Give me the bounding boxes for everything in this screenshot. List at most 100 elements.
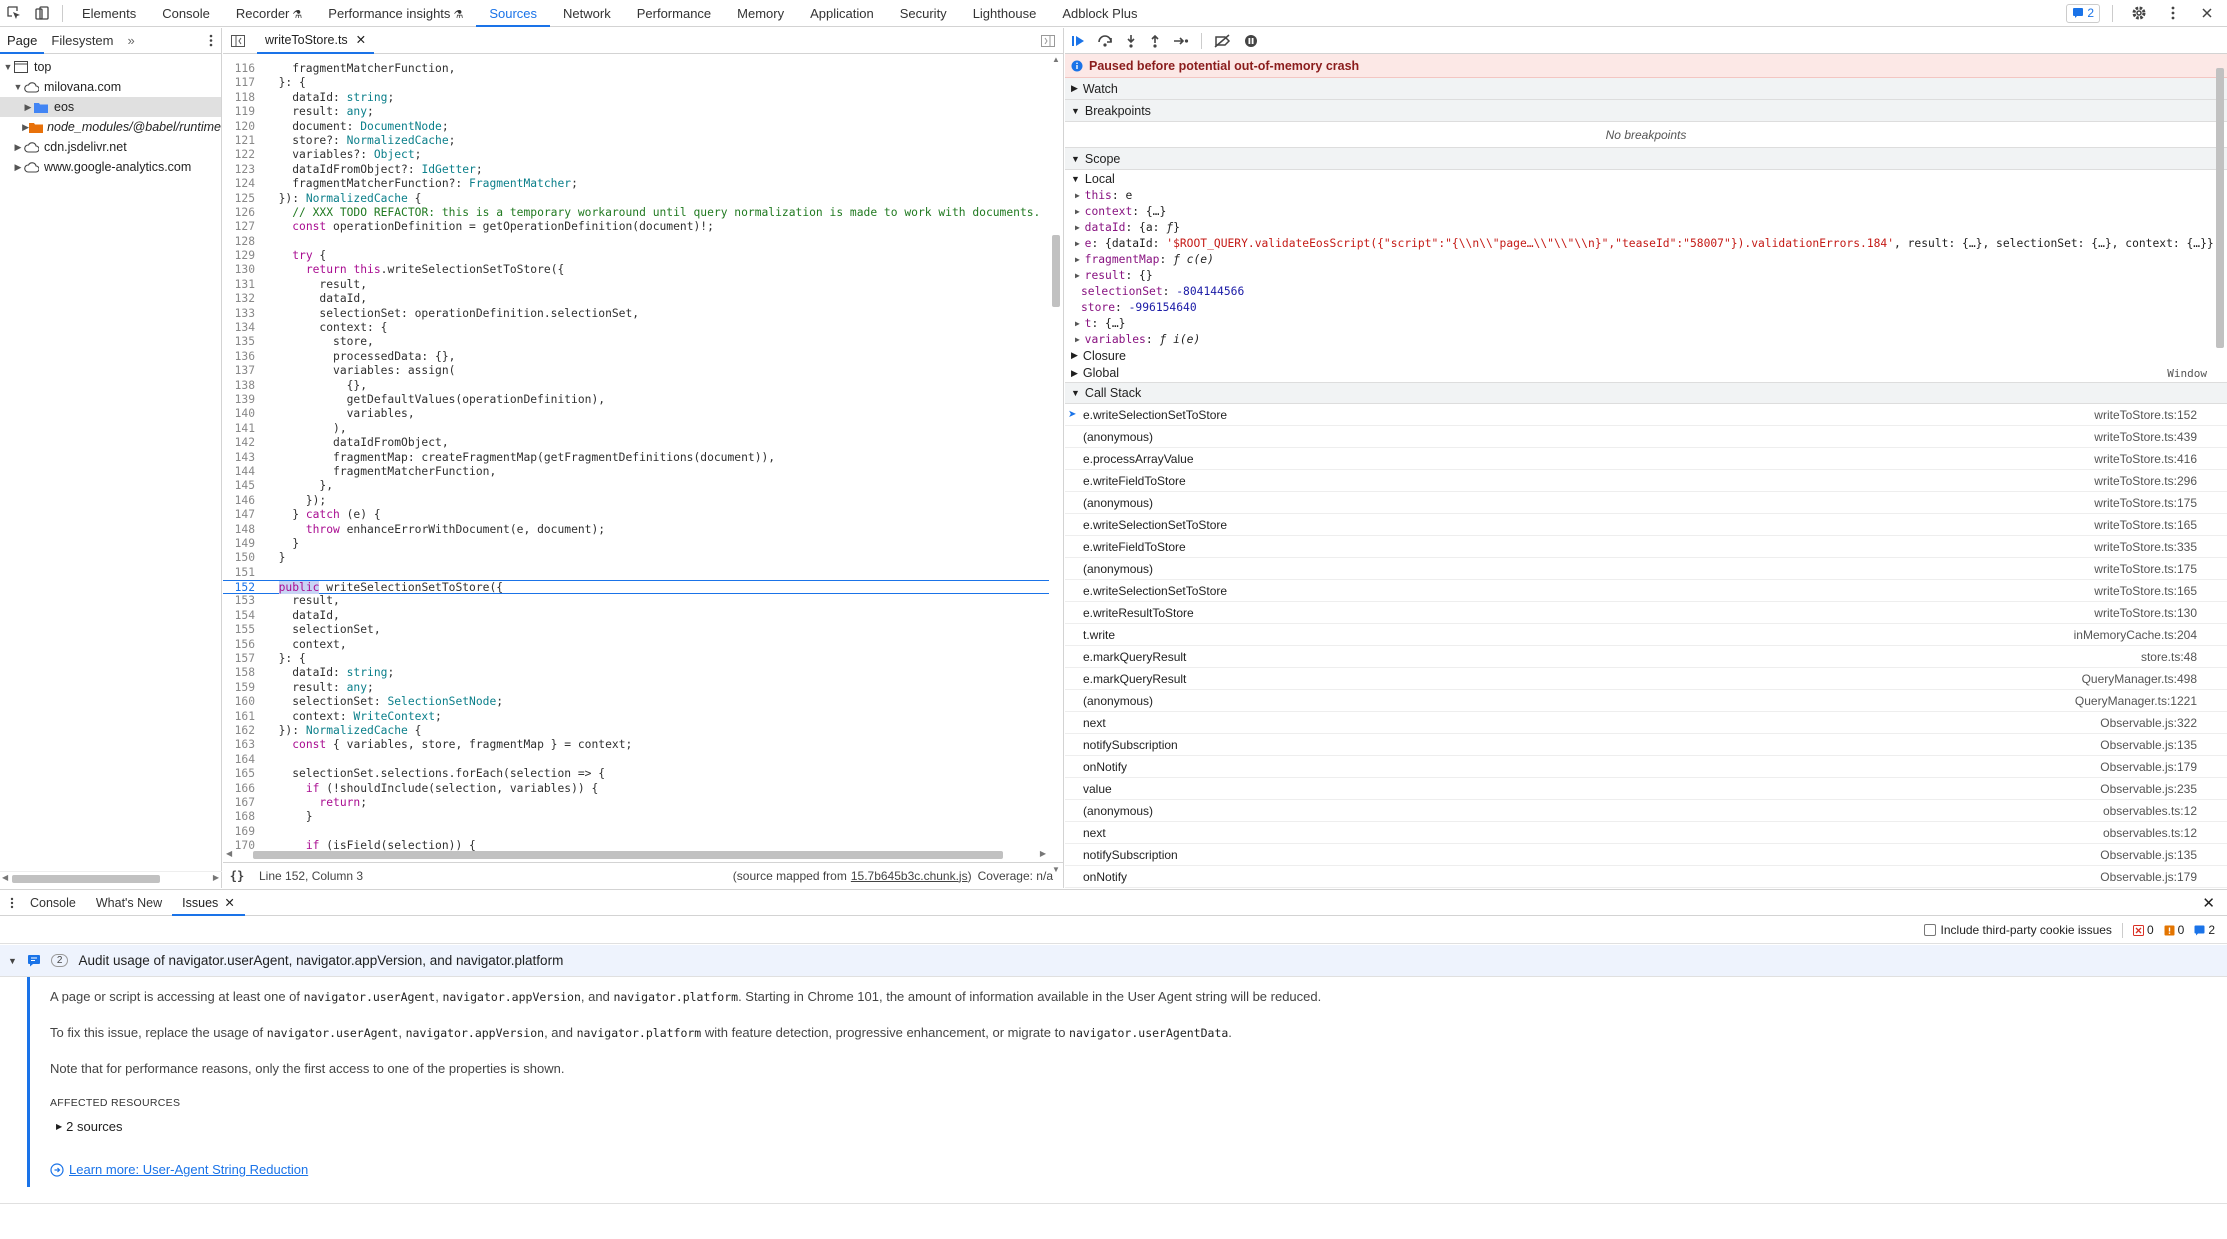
call-frame-location[interactable]: QueryManager.ts:1221: [2075, 694, 2197, 708]
scope-variable[interactable]: ▶ t: {…}: [1065, 315, 2227, 331]
call-frame[interactable]: e.writeResultToStore writeToStore.ts:130: [1065, 602, 2227, 624]
call-frame-location[interactable]: writeToStore.ts:175: [2094, 496, 2197, 510]
line-number[interactable]: 156: [223, 638, 261, 652]
line-number[interactable]: 140: [223, 407, 261, 421]
line-number[interactable]: 124: [223, 177, 261, 191]
code-line[interactable]: 136 processedData: {},: [223, 350, 1049, 364]
scrollbar-thumb[interactable]: [1052, 235, 1060, 307]
code-line[interactable]: 161 context: WriteContext;: [223, 710, 1049, 724]
call-frame[interactable]: (anonymous) writeToStore.ts:439: [1065, 426, 2227, 448]
call-frame[interactable]: ➤ e.writeSelectionSetToStore writeToStore.…: [1065, 404, 2227, 426]
line-number[interactable]: 146: [223, 494, 261, 508]
third-party-checkbox[interactable]: [1923, 924, 1936, 936]
call-frame-location[interactable]: Observable.js:135: [2100, 848, 2197, 862]
close-tab-icon[interactable]: ✕: [224, 896, 234, 910]
settings-gear-icon[interactable]: [2125, 0, 2153, 27]
scope-variable[interactable]: ▶ dataId: {a: ƒ}: [1065, 219, 2227, 235]
call-frame-location[interactable]: writeToStore.ts:335: [2094, 540, 2197, 554]
code-lines[interactable]: 116 fragmentMatcherFunction, 117 }: {118 …: [223, 55, 1049, 872]
closure-scope-header[interactable]: ▶ Closure: [1065, 347, 2227, 364]
chevron-down-icon[interactable]: ▼: [12, 82, 24, 92]
line-number[interactable]: 169: [223, 825, 261, 839]
call-frame[interactable]: value Observable.js:235: [1065, 778, 2227, 800]
code-line[interactable]: 121 store?: NormalizedCache;: [223, 134, 1049, 148]
line-number[interactable]: 168: [223, 810, 261, 824]
line-number[interactable]: 144: [223, 465, 261, 479]
resume-icon[interactable]: [1071, 34, 1085, 48]
call-frame-location[interactable]: Observable.js:322: [2100, 716, 2197, 730]
code-line[interactable]: 149 }: [223, 537, 1049, 551]
close-tab-icon[interactable]: ✕: [356, 27, 366, 53]
call-frame-location[interactable]: writeToStore.ts:175: [2094, 562, 2197, 576]
source-map-link[interactable]: 15.7b645b3c.chunk.js: [851, 869, 968, 883]
line-number[interactable]: 138: [223, 379, 261, 393]
chevron-right-icon[interactable]: ▶: [1075, 335, 1085, 344]
call-frame[interactable]: onNotify Observable.js:179: [1065, 756, 2227, 778]
code-line[interactable]: 119 result: any;: [223, 105, 1049, 119]
learn-more-link[interactable]: Learn more: User-Agent String Reduction: [50, 1162, 2227, 1177]
call-frame-location[interactable]: inMemoryCache.ts:204: [2074, 628, 2197, 642]
more-tabs-button[interactable]: »: [121, 28, 142, 54]
code-line[interactable]: 160 selectionSet: SelectionSetNode;: [223, 695, 1049, 709]
line-number[interactable]: 136: [223, 350, 261, 364]
debugger-vertical-scrollbar[interactable]: [2213, 28, 2227, 888]
chevron-right-icon[interactable]: ▶: [22, 122, 29, 133]
chevron-right-icon[interactable]: ▶: [1075, 239, 1085, 248]
pause-on-exceptions-icon[interactable]: [1244, 34, 1258, 48]
call-frame-location[interactable]: Observable.js:135: [2100, 738, 2197, 752]
line-number[interactable]: 116: [223, 62, 261, 76]
line-number[interactable]: 129: [223, 249, 261, 263]
code-line[interactable]: 168 }: [223, 810, 1049, 824]
call-frame-location[interactable]: observables.ts:12: [2103, 826, 2197, 840]
line-number[interactable]: 157: [223, 652, 261, 666]
line-number[interactable]: 118: [223, 91, 261, 105]
line-number[interactable]: 164: [223, 753, 261, 767]
tab-filesystem[interactable]: Filesystem: [44, 28, 120, 54]
code-line[interactable]: 140 variables,: [223, 407, 1049, 421]
line-number[interactable]: 158: [223, 666, 261, 680]
line-number[interactable]: 134: [223, 321, 261, 335]
editor-horizontal-scrollbar[interactable]: ◀ ▶: [223, 847, 1049, 861]
code-line[interactable]: 157 }: {: [223, 652, 1049, 666]
line-number[interactable]: 150: [223, 551, 261, 565]
chevron-right-icon[interactable]: ▶: [12, 162, 24, 173]
line-number[interactable]: 155: [223, 623, 261, 637]
call-frame-location[interactable]: writeToStore.ts:152: [2094, 408, 2197, 422]
navigator-horizontal-scrollbar[interactable]: ◀ ▶: [0, 871, 222, 885]
tree-item-cdn-jsdelivr-net[interactable]: ▶ cdn.jsdelivr.net: [0, 137, 221, 157]
code-line[interactable]: 124 fragmentMatcherFunction?: FragmentMa…: [223, 177, 1049, 191]
line-number[interactable]: 130: [223, 263, 261, 277]
code-line[interactable]: 152 public writeSelectionSetToStore({: [223, 580, 1049, 595]
tree-item-node-modules-babel-runtime[interactable]: ▶ node_modules/@babel/runtime: [0, 117, 221, 137]
code-line[interactable]: 147 } catch (e) {: [223, 508, 1049, 522]
code-line[interactable]: 122 variables?: Object;: [223, 148, 1049, 162]
line-number[interactable]: 153: [223, 594, 261, 608]
code-line[interactable]: 126 // XXX TODO REFACTOR: this is a temp…: [223, 206, 1049, 220]
call-frame-location[interactable]: Observable.js:179: [2100, 870, 2197, 884]
affected-sources-toggle[interactable]: ▶ 2 sources: [50, 1119, 2227, 1134]
call-frame[interactable]: notifySubscription Observable.js:135: [1065, 734, 2227, 756]
line-number[interactable]: 141: [223, 422, 261, 436]
code-line[interactable]: 132 dataId,: [223, 292, 1049, 306]
line-number[interactable]: 137: [223, 364, 261, 378]
call-frame-location[interactable]: Observable.js:235: [2100, 782, 2197, 796]
call-frame[interactable]: (anonymous) writeToStore.ts:175: [1065, 558, 2227, 580]
line-number[interactable]: 152: [223, 581, 261, 594]
code-line[interactable]: 163 const { variables, store, fragmentMa…: [223, 738, 1049, 752]
tab-page[interactable]: Page: [0, 28, 45, 54]
call-frame[interactable]: e.markQueryResult store.ts:48: [1065, 646, 2227, 668]
scrollbar-thumb[interactable]: [253, 851, 1003, 859]
call-frame[interactable]: next Observable.js:322: [1065, 712, 2227, 734]
call-frame-location[interactable]: Observable.js:179: [2100, 760, 2197, 774]
scope-variable[interactable]: store: -996154640: [1065, 299, 2227, 315]
line-number[interactable]: 139: [223, 393, 261, 407]
code-line[interactable]: 143 fragmentMap: createFragmentMap(getFr…: [223, 451, 1049, 465]
code-line[interactable]: 128: [223, 235, 1049, 249]
line-number[interactable]: 162: [223, 724, 261, 738]
scope-variable[interactable]: ▶ context: {…}: [1065, 203, 2227, 219]
toggle-navigator-icon[interactable]: [231, 34, 245, 47]
chevron-right-icon[interactable]: ▶: [1075, 223, 1085, 232]
code-line[interactable]: 151: [223, 566, 1049, 580]
scope-variable[interactable]: selectionSet: -804144566: [1065, 283, 2227, 299]
call-frame[interactable]: e.writeFieldToStore writeToStore.ts:296: [1065, 470, 2227, 492]
